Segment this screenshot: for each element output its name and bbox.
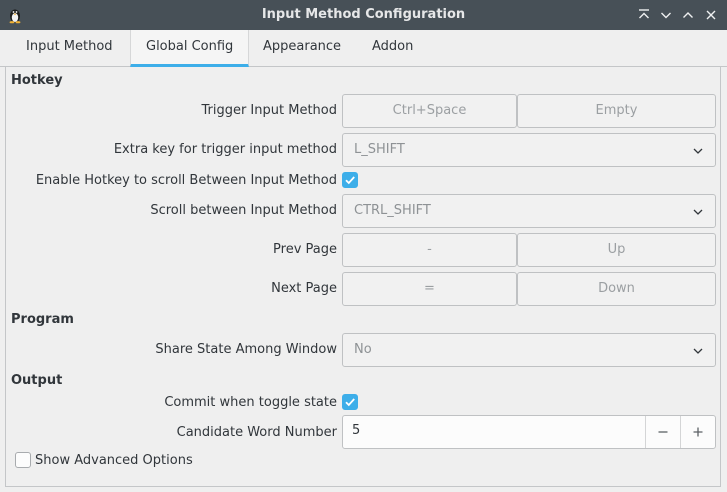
next-page-key-primary-button[interactable]: = xyxy=(342,272,517,306)
enable-scroll-hotkey-checkbox[interactable] xyxy=(342,172,358,188)
checkmark-icon xyxy=(345,176,355,185)
share-state-select[interactable]: No xyxy=(342,333,716,367)
trigger-key-secondary-button[interactable]: Empty xyxy=(517,94,716,128)
tab-input-method[interactable]: Input Method xyxy=(11,30,128,67)
section-program: Program xyxy=(11,312,74,327)
commit-toggle-label: Commit when toggle state xyxy=(164,395,337,410)
enable-scroll-hotkey-label: Enable Hotkey to scroll Between Input Me… xyxy=(35,173,337,188)
next-page-key-secondary-button[interactable]: Down xyxy=(517,272,716,306)
section-hotkey: Hotkey xyxy=(11,73,63,88)
decrement-button[interactable] xyxy=(645,416,680,448)
tab-bar: Input Method Global Config Appearance Ad… xyxy=(0,30,727,67)
next-page-label: Next Page xyxy=(271,281,337,296)
tab-global-config[interactable]: Global Config xyxy=(130,30,250,67)
prev-page-key-secondary-button[interactable]: Up xyxy=(517,233,716,267)
candidate-word-number-value[interactable]: 5 xyxy=(352,423,360,438)
extra-key-label: Extra key for trigger input method xyxy=(113,142,337,157)
prev-page-key-primary-button[interactable]: - xyxy=(342,233,517,267)
commit-toggle-checkbox[interactable] xyxy=(342,394,358,410)
scroll-between-label: Scroll between Input Method xyxy=(150,203,337,218)
trigger-input-method-label: Trigger Input Method xyxy=(201,103,337,118)
window-titlebar[interactable]: Input Method Configuration xyxy=(0,0,727,30)
minimize-icon[interactable] xyxy=(657,6,675,24)
candidate-word-number-spinbox[interactable]: 5 xyxy=(342,415,716,449)
scroll-between-value: CTRL_SHIFT xyxy=(354,203,431,218)
minus-icon xyxy=(658,431,668,433)
increment-button[interactable] xyxy=(680,416,715,448)
show-advanced-options-label[interactable]: Show Advanced Options xyxy=(35,453,193,468)
share-state-label: Share State Among Window xyxy=(155,342,337,357)
trigger-key-primary-button[interactable]: Ctrl+Space xyxy=(342,94,517,128)
chevron-down-icon xyxy=(693,148,703,154)
close-icon[interactable] xyxy=(702,6,720,24)
keep-above-icon[interactable] xyxy=(635,6,653,24)
section-output: Output xyxy=(11,373,63,388)
checkmark-icon xyxy=(345,398,355,407)
window-title: Input Method Configuration xyxy=(261,7,466,22)
tab-appearance[interactable]: Appearance xyxy=(248,30,356,67)
prev-page-label: Prev Page xyxy=(273,242,337,257)
share-state-value: No xyxy=(354,342,372,357)
show-advanced-options-checkbox[interactable] xyxy=(15,452,31,468)
tab-addon[interactable]: Addon xyxy=(357,30,428,67)
extra-key-select[interactable]: L_SHIFT xyxy=(342,133,716,167)
plus-icon xyxy=(693,427,703,437)
scroll-between-select[interactable]: CTRL_SHIFT xyxy=(342,194,716,228)
maximize-icon[interactable] xyxy=(679,6,697,24)
chevron-down-icon xyxy=(693,209,703,215)
candidate-word-number-label: Candidate Word Number xyxy=(176,425,337,440)
chevron-down-icon xyxy=(693,348,703,354)
extra-key-value: L_SHIFT xyxy=(354,142,405,157)
